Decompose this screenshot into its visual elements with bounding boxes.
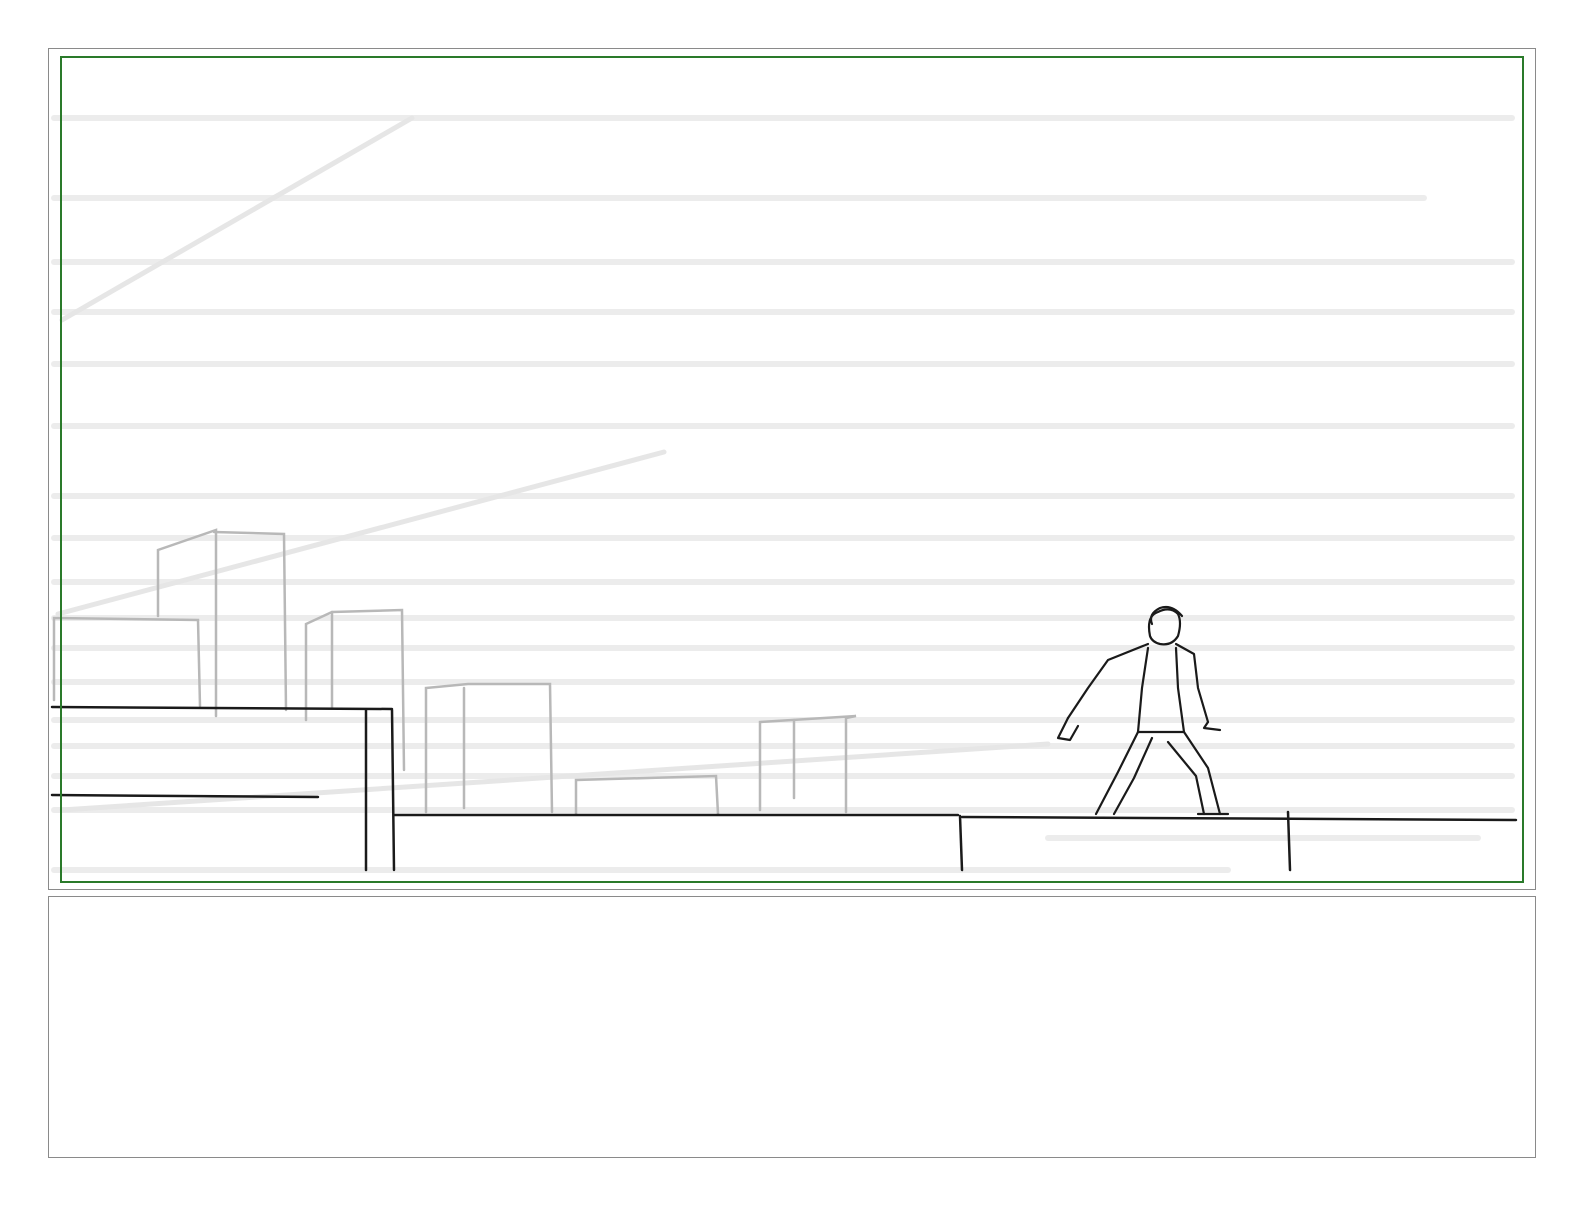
rooftop-edges	[50, 705, 1518, 872]
perspective-strokes	[55, 115, 1051, 813]
panel-sketch	[50, 115, 1518, 873]
background-buildings	[52, 528, 857, 816]
running-figure	[1056, 605, 1230, 816]
panel-notes-box[interactable]	[48, 896, 1536, 1158]
guide-lines	[51, 115, 1515, 873]
